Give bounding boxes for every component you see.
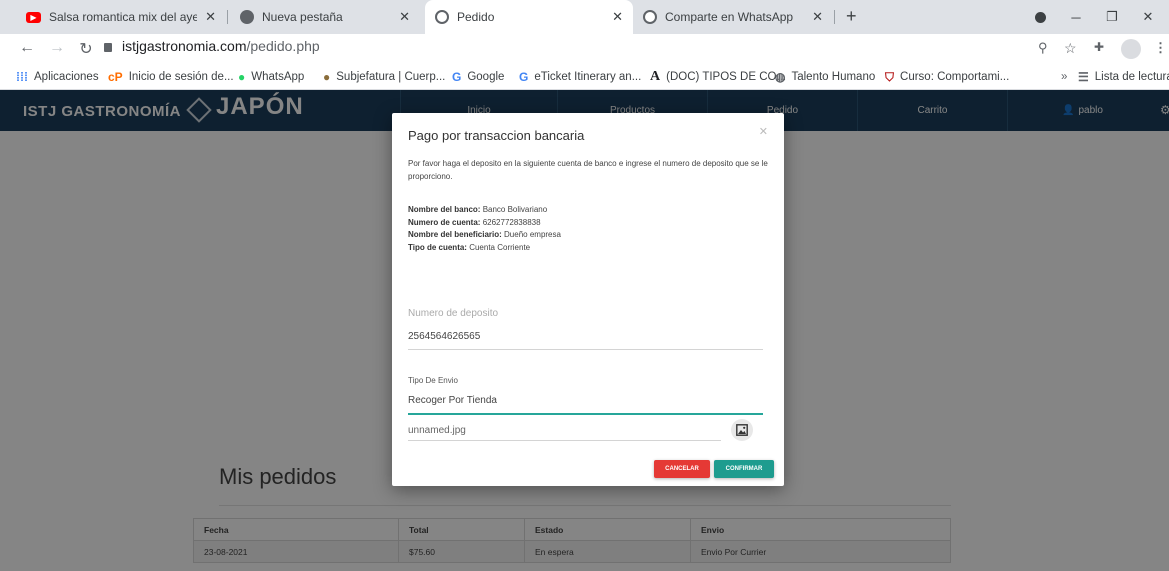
file-underline: [408, 440, 721, 441]
account-type-value: Cuenta Corriente: [469, 242, 531, 252]
bookmark-google[interactable]: G Google: [452, 64, 504, 90]
bank-details: Nombre del banco: Banco Bolivariano Nume…: [408, 204, 561, 254]
bank-value: Banco Bolivariano: [482, 205, 548, 214]
academia-icon: A: [650, 69, 661, 84]
reading-list[interactable]: ☰ Lista de lectura: [1078, 64, 1169, 90]
restore-icon[interactable]: ❐: [1094, 0, 1130, 34]
bookmark-apps[interactable]: ⁞⁞⁞ Aplicaciones: [16, 64, 99, 90]
shipping-type-input[interactable]: Recoger Por Tienda: [408, 395, 497, 406]
beneficiary-value: Dueño empresa: [504, 230, 561, 239]
chrome-icon: [240, 10, 254, 24]
bookmark-talento[interactable]: ◍ Talento Humano: [775, 64, 875, 90]
bookmark-label: Curso: Comportami...: [900, 71, 1010, 83]
google-icon: G: [452, 70, 462, 84]
account-type-label: Tipo de cuenta:: [408, 242, 467, 252]
modal-title: Pago por transaccion bancaria: [408, 128, 585, 143]
bookmark-whatsapp[interactable]: ● WhatsApp: [238, 64, 304, 90]
bookmark-label: Aplicaciones: [34, 71, 99, 83]
forward-icon[interactable]: →: [46, 39, 68, 57]
deposit-number-input[interactable]: 2564564626565: [408, 331, 480, 342]
browser-tab-youtube[interactable]: ▶ Salsa romantica mix del ayer y hc ✕: [16, 0, 226, 34]
tab-title: Salsa romantica mix del ayer y hc: [49, 10, 198, 24]
close-window-icon[interactable]: ✕: [1130, 0, 1166, 34]
close-icon[interactable]: ✕: [612, 9, 623, 25]
browser-tab-pedido[interactable]: Pedido ✕: [425, 0, 633, 34]
tab-title: Comparte en WhatsApp: [665, 10, 794, 24]
globe-icon: [643, 10, 657, 24]
file-name-input[interactable]: unnamed.jpg: [408, 425, 466, 436]
crest-icon: ⛉: [885, 69, 895, 84]
google-icon: G: [519, 70, 529, 84]
bookmark-cp[interactable]: cP Inicio de sesión de...: [108, 64, 234, 90]
tab-divider: [227, 10, 228, 24]
cp-icon: cP: [108, 70, 123, 84]
deposit-placeholder: Numero de deposito: [408, 308, 499, 319]
bookmark-doc[interactable]: A (DOC) TIPOS DE CO...: [650, 64, 786, 90]
whatsapp-icon: ●: [238, 70, 246, 84]
image-upload-button[interactable]: [731, 419, 753, 441]
account-label: Numero de cuenta:: [408, 217, 481, 227]
youtube-icon: ▶: [26, 11, 41, 23]
url-path: /pedido.php: [246, 38, 320, 54]
url-host: istjgastronomia.com: [122, 38, 247, 54]
browser-tabstrip: ▶ Salsa romantica mix del ayer y hc ✕ Nu…: [0, 0, 1169, 34]
shield-icon: ●: [323, 70, 331, 84]
bookmark-label: (DOC) TIPOS DE CO...: [666, 71, 787, 83]
reading-list-label: Lista de lectura: [1094, 71, 1169, 83]
browser-toolbar: ← → ↻ istjgastronomia.com/pedido.php ⚲ ☆…: [0, 34, 1169, 64]
image-icon: [736, 424, 748, 436]
reading-list-icon: ☰: [1078, 70, 1089, 84]
account-value: 6262772838838: [482, 217, 541, 227]
globe-icon: [435, 10, 449, 24]
close-icon[interactable]: ✕: [812, 9, 823, 25]
browser-tab-whatsapp[interactable]: Comparte en WhatsApp ✕: [633, 0, 833, 34]
bookmark-label: Inicio de sesión de...: [128, 71, 234, 83]
minimize-icon[interactable]: ─: [1058, 0, 1094, 34]
tab-title: Nueva pestaña: [262, 10, 343, 24]
menu-icon[interactable]: ⋮: [1154, 40, 1167, 56]
extensions-icon[interactable]: ✚: [1094, 40, 1104, 54]
back-icon[interactable]: ←: [16, 39, 38, 57]
bookmark-subjefatura[interactable]: ● Subjefatura | Cuerp...: [323, 64, 445, 90]
bookmark-star-icon[interactable]: ☆: [1064, 40, 1077, 57]
reload-icon[interactable]: ↻: [75, 39, 97, 59]
shipping-underline: [408, 413, 763, 415]
bookmark-label: Google: [467, 71, 505, 83]
apps-grid-icon: ⁞⁞⁞: [16, 70, 28, 84]
bookmark-eticket[interactable]: G eTicket Itinerary an...: [519, 64, 641, 90]
close-icon[interactable]: ✕: [399, 9, 410, 25]
bookmark-label: eTicket Itinerary an...: [534, 71, 642, 83]
website: ISTJ GASTRONOMÍA JAPÓN Inicio Productos …: [0, 90, 1169, 571]
new-tab-icon[interactable]: +: [846, 6, 857, 27]
payment-modal: ✕ Pago por transaccion bancaria Por favo…: [392, 113, 784, 486]
deposit-underline: [408, 349, 763, 350]
bookmark-label: Subjefatura | Cuerp...: [336, 71, 446, 83]
lock-icon: [104, 42, 112, 52]
address-bar[interactable]: istjgastronomia.com/pedido.php: [104, 38, 320, 54]
bookmark-label: WhatsApp: [251, 71, 305, 83]
cancel-button[interactable]: CANCELAR: [654, 460, 710, 478]
confirm-button[interactable]: CONFIRMAR: [714, 460, 774, 478]
tab-title: Pedido: [457, 10, 495, 24]
tab-search-icon[interactable]: [1022, 0, 1058, 34]
beneficiary-label: Nombre del beneficiario:: [408, 230, 502, 239]
close-icon[interactable]: ✕: [759, 125, 768, 138]
bookmark-curso[interactable]: ⛉ Curso: Comportami...: [885, 64, 1009, 90]
browser-tab-new[interactable]: Nueva pestaña ✕: [230, 0, 420, 34]
bookmark-label: Talento Humano: [791, 71, 876, 83]
zoom-icon[interactable]: ⚲: [1038, 40, 1048, 56]
modal-instructions: Por favor haga el deposito en la siguien…: [408, 159, 768, 181]
profile-avatar[interactable]: [1121, 39, 1141, 59]
bank-label: Nombre del banco:: [408, 205, 481, 214]
globe-icon: ◍: [775, 70, 786, 84]
bookmarks-overflow-icon[interactable]: »: [1061, 64, 1067, 90]
bookmarks-bar: ⁞⁞⁞ Aplicaciones cP Inicio de sesión de.…: [0, 64, 1169, 90]
tab-divider: [834, 10, 835, 24]
close-icon[interactable]: ✕: [205, 9, 216, 25]
shipping-type-label: Tipo De Envio: [408, 376, 458, 385]
